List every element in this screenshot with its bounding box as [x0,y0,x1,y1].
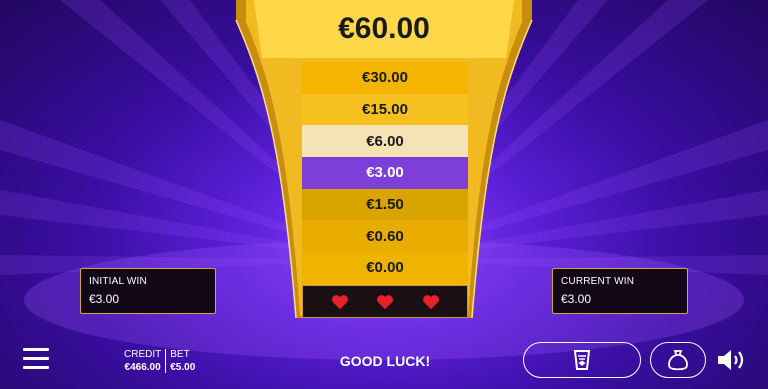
collect-button[interactable] [523,342,641,378]
collect-icon [573,350,591,370]
initial-win-panel: INITIAL WIN €3.00 [80,268,216,314]
money-bag-icon [668,350,688,371]
top-prize: €60.00 [338,12,430,45]
lives-bar [302,285,468,318]
current-win-label: CURRENT WIN [561,276,635,287]
prize-rung: €6.00 [302,125,468,158]
money-bag-button[interactable] [650,342,706,378]
prize-rung: €0.00 [302,252,468,284]
bet-value: €5.00 [170,362,196,373]
sound-icon[interactable] [716,348,748,372]
initial-win-value: €3.00 [89,292,120,306]
credit-bet-display: CREDIT €466.00 BET €5.00 [120,349,199,373]
bet-label: BET [170,349,190,360]
heart-icon [377,294,393,309]
prize-rung: €0.60 [302,220,468,253]
status-message: GOOD LUCK! [339,353,431,369]
current-prize-rung: €3.00 [302,157,468,189]
prize-rung: €15.00 [302,93,468,126]
heart-icon [331,294,348,309]
menu-icon [23,348,49,369]
credit-value: €466.00 [124,362,161,373]
current-win-value: €3.00 [561,292,592,306]
prize-rung: €30.00 [302,62,468,94]
prize-rung: €1.50 [302,188,468,221]
heart-icon [422,294,439,309]
credit-label: CREDIT [124,349,162,360]
current-win-panel: CURRENT WIN €3.00 [552,268,688,314]
prize-ladder: €30.00 €15.00 €6.00 €3.00 €1.50 €0.60 €0… [302,62,468,284]
credit-display: CREDIT €466.00 [120,349,165,373]
initial-win-label: INITIAL WIN [89,276,147,287]
bet-display: BET €5.00 [165,349,199,373]
menu-button[interactable] [23,348,49,372]
